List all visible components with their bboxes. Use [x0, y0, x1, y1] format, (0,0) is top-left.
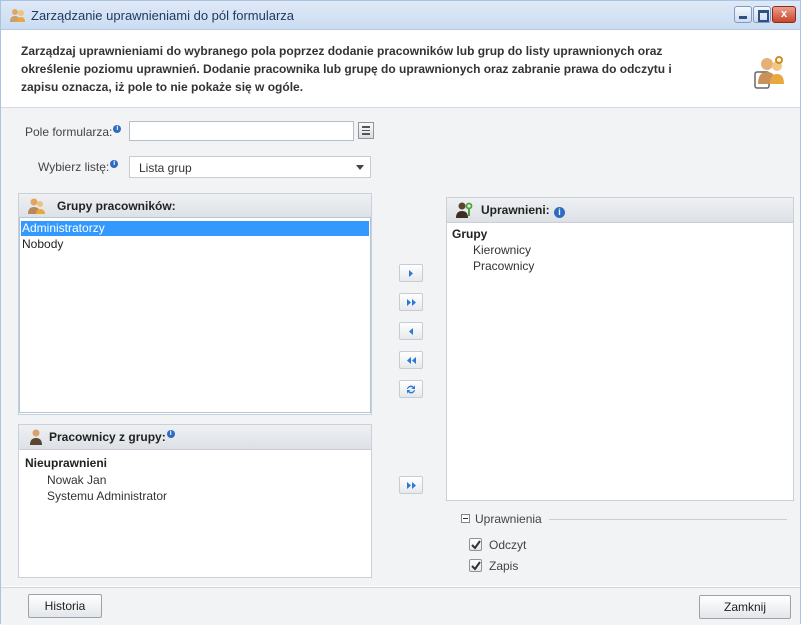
read-checkbox[interactable]	[469, 538, 482, 551]
user-icon	[30, 429, 42, 445]
list-item[interactable]: Pracownicy	[473, 259, 534, 273]
list-item[interactable]: Administratorzy	[21, 221, 369, 236]
users-key-icon	[456, 202, 473, 218]
permissions-legend: Uprawnienia	[475, 512, 542, 526]
permitted-panel-header: Uprawnieni: i	[447, 198, 793, 223]
double-arrow-right-icon	[407, 299, 416, 306]
arrow-right-icon	[409, 270, 413, 277]
move-left-button[interactable]	[399, 322, 423, 340]
permitted-panel-title: Uprawnieni: i	[481, 203, 566, 218]
info-icon[interactable]: i	[166, 430, 175, 438]
refresh-button[interactable]	[399, 380, 423, 398]
members-panel-header: Pracownicy z grupy: i	[19, 425, 371, 450]
permissions-divider	[549, 519, 787, 520]
members-section-title: Nieuprawnieni	[25, 456, 108, 470]
groups-listbox[interactable]: Administratorzy Nobody	[19, 217, 371, 413]
dialog-window: Zarządzanie uprawnieniami do pól formula…	[0, 0, 801, 625]
list-item[interactable]: Systemu Administrator	[47, 489, 167, 503]
users-key-icon	[10, 9, 25, 22]
groups-panel-header: Grupy pracowników:	[19, 194, 371, 219]
groups-panel-title: Grupy pracowników:	[57, 199, 176, 213]
permissions-collapse-toggle[interactable]	[461, 514, 470, 523]
checkmark-icon	[471, 540, 481, 550]
move-all-left-button[interactable]	[399, 351, 423, 369]
arrow-left-icon	[409, 328, 413, 335]
field-label: Pole formularza: i	[25, 125, 122, 139]
list-item[interactable]: Nowak Jan	[47, 473, 106, 487]
move-all-right-button[interactable]	[399, 293, 423, 311]
group-icon	[28, 198, 45, 214]
field-picker-button[interactable]	[358, 122, 374, 139]
list-select-value: Lista grup	[139, 161, 192, 175]
list-item[interactable]: Nobody	[21, 237, 369, 252]
chevron-down-icon	[356, 165, 364, 170]
list-item[interactable]: Kierownicy	[473, 243, 531, 257]
write-label: Zapis	[489, 559, 519, 573]
info-icon[interactable]: i	[110, 160, 119, 168]
close-window-button[interactable]: x	[772, 6, 796, 23]
info-icon[interactable]: i	[554, 207, 566, 218]
users-key-icon	[754, 56, 784, 89]
write-checkbox[interactable]	[469, 559, 482, 572]
maximize-button[interactable]	[753, 6, 771, 23]
refresh-icon	[407, 385, 415, 394]
close-button[interactable]: Zamknij	[699, 595, 791, 619]
double-arrow-right-icon	[407, 482, 416, 489]
move-right-button[interactable]	[399, 264, 423, 282]
footer-bar	[1, 587, 800, 625]
read-label: Odczyt	[489, 538, 527, 552]
description-text: Zarządzaj uprawnieniami do wybranego pol…	[21, 44, 672, 94]
list-label: Wybierz listę: i	[38, 160, 119, 174]
history-button[interactable]: Historia	[28, 594, 102, 618]
minimize-button[interactable]	[734, 6, 752, 23]
field-input[interactable]	[129, 121, 354, 141]
title-bar[interactable]: Zarządzanie uprawnieniami do pól formula…	[1, 1, 800, 30]
description-area: Zarządzaj uprawnieniami do wybranego pol…	[1, 30, 800, 108]
checkmark-icon	[471, 561, 481, 571]
move-all-members-right-button[interactable]	[399, 476, 423, 494]
permitted-section-title: Grupy	[452, 227, 488, 241]
info-icon[interactable]: i	[113, 125, 122, 133]
members-panel-title: Pracownicy z grupy: i	[49, 430, 175, 444]
list-select[interactable]: Lista grup	[129, 156, 371, 178]
window-title: Zarządzanie uprawnieniami do pól formula…	[31, 8, 295, 23]
double-arrow-left-icon	[407, 357, 416, 364]
